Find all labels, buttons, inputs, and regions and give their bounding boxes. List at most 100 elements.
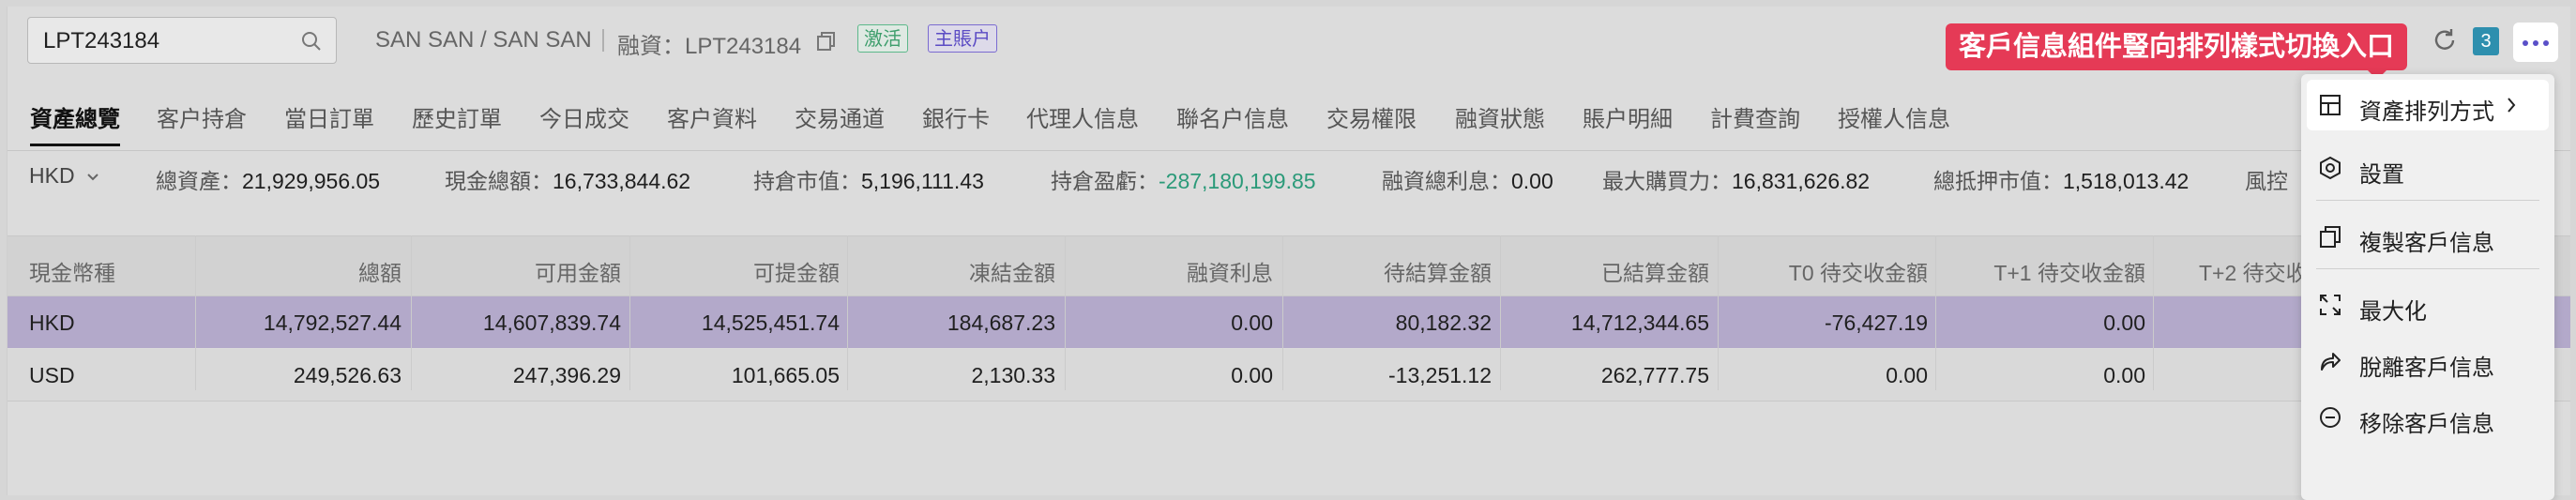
refresh-icon[interactable]: [2431, 27, 2459, 55]
column-divider: [1065, 235, 1066, 390]
table-cell: 2,130.33: [971, 363, 1055, 387]
layout-icon: [2320, 95, 2341, 115]
table-cell: HKD: [29, 311, 75, 335]
table-cell: 0.00: [1886, 363, 1928, 387]
client-search-input[interactable]: [41, 27, 289, 55]
table-cell: 184,687.23: [947, 311, 1055, 335]
tab-today-trades[interactable]: 今日成交: [539, 100, 629, 133]
remove-icon: [2320, 407, 2341, 428]
table-row[interactable]: USD 249,526.63 247,396.29 101,665.05 2,1…: [8, 349, 2570, 402]
column-divider: [1500, 235, 1501, 390]
table-cell: 80,182.32: [1395, 311, 1492, 335]
tab-account-statement[interactable]: 賬户明細: [1583, 100, 1673, 133]
column-divider: [1282, 235, 1283, 390]
table-cell: 247,396.29: [512, 363, 621, 387]
column-divider: [629, 235, 630, 390]
table-cell: 14,525,451.74: [701, 311, 840, 335]
table-row[interactable]: HKD 14,792,527.44 14,607,839.74 14,525,4…: [8, 296, 2570, 348]
column-header: 現金幣種: [29, 261, 115, 285]
search-icon[interactable]: [300, 30, 323, 53]
tab-asset-overview[interactable]: 資產總覽: [30, 100, 120, 146]
table-cell: -13,251.12: [1388, 363, 1492, 387]
account-type-badge: 主賬户: [928, 24, 997, 53]
settings-icon: [2320, 156, 2341, 180]
menu-item-copy-client-info[interactable]: 複製客戶信息: [2301, 211, 2554, 262]
status-badge: 激活: [857, 24, 908, 53]
table-cell: 14,792,527.44: [263, 311, 402, 335]
client-info-panel: SAN SAN / SAN SAN 融資：LPT243184 激活 主賬户 客戶…: [7, 7, 2570, 500]
more-dots-icon: [2523, 40, 2528, 46]
table-cell: 14,712,344.65: [1570, 311, 1709, 335]
menu-divider: [2316, 268, 2539, 269]
tab-fee-query[interactable]: 計費查詢: [1710, 100, 1800, 133]
more-options-menu: 資產排列方式 設置 複製客戶信息 最大化 脫離客戶信息 移除客戶信息: [2301, 74, 2554, 500]
column-divider: [1935, 235, 1936, 390]
column-divider: [411, 235, 412, 390]
column-header: 已結算金額: [1601, 261, 1709, 285]
header-divider: [602, 29, 604, 52]
menu-item-remove-client-info[interactable]: 移除客戶信息: [2301, 392, 2554, 443]
table-cell: 0.00: [1231, 363, 1273, 387]
column-header: 總額: [358, 261, 402, 285]
menu-item-maximize[interactable]: 最大化: [2301, 280, 2554, 330]
column-divider: [2153, 235, 2154, 390]
tab-bank-card[interactable]: 銀行卡: [922, 100, 990, 133]
column-divider: [847, 235, 848, 390]
table-cell: 0.00: [1231, 311, 1273, 335]
column-header: T+2 待交收: [2199, 261, 2308, 285]
tab-today-orders[interactable]: 當日訂單: [284, 100, 374, 133]
summary-cash-total: 現金總額：16,733,844.62: [445, 169, 691, 193]
more-options-button[interactable]: [2513, 23, 2558, 62]
account-label: 融資：LPT243184: [617, 34, 802, 59]
copy-icon: [2320, 226, 2341, 248]
chevron-right-icon: [2508, 98, 2516, 113]
table-header: 現金幣種 總額 可用金額 可提金額 凍結金額 融資利息 待結算金額 已結算金額 …: [8, 235, 2570, 296]
column-header: T0 待交收金額: [1788, 261, 1928, 285]
menu-divider: [2316, 200, 2539, 201]
summary-risk-control: 風控: [2245, 169, 2288, 193]
annotation-callout: 客戶信息組件豎向排列樣式切換入口: [1946, 23, 2407, 80]
tab-authorized-person-info[interactable]: 授權人信息: [1838, 100, 1950, 133]
table-cell: 249,526.63: [293, 363, 402, 387]
column-header: 可用金額: [535, 261, 621, 285]
column-header: 凍結金額: [969, 261, 1055, 285]
tab-trade-permission[interactable]: 交易權限: [1326, 100, 1417, 133]
table-cell: 0.00: [2103, 311, 2145, 335]
summary-margin-interest: 融資總利息：0.00: [1382, 169, 1553, 193]
summary-collateral-value: 總抵押市值：1,518,013.42: [1933, 169, 2190, 193]
column-header: T+1 待交收金額: [1993, 261, 2145, 285]
tab-trade-channel[interactable]: 交易通道: [795, 100, 885, 133]
currency-select[interactable]: HKD: [29, 163, 99, 189]
tab-divider: [8, 150, 2570, 151]
table-cell: 262,777.75: [1600, 363, 1709, 387]
tab-bar: 資產總覽 客户持倉 當日訂單 歷史訂單 今日成交 客户資料 交易通道 銀行卡 代…: [8, 85, 2570, 151]
menu-item-asset-layout[interactable]: 資產排列方式: [2307, 80, 2549, 130]
menu-item-detach-client-info[interactable]: 脫離客戶信息: [2301, 336, 2554, 386]
summary-total-assets: 總資產：21,929,956.05: [156, 169, 381, 193]
table-cell: 101,665.05: [731, 363, 840, 387]
table-cell: 14,607,839.74: [482, 311, 621, 335]
copy-icon[interactable]: [816, 31, 837, 52]
column-header: 待結算金額: [1384, 261, 1492, 285]
table-cell: USD: [29, 363, 75, 387]
chevron-down-icon: [87, 174, 98, 181]
tab-margin-status[interactable]: 融資狀態: [1455, 100, 1545, 133]
tab-client-profile[interactable]: 客户資料: [667, 100, 757, 133]
column-header: 融資利息: [1187, 261, 1273, 285]
tab-history-orders[interactable]: 歷史訂單: [412, 100, 502, 133]
tab-agent-info[interactable]: 代理人信息: [1026, 100, 1139, 133]
client-search-box[interactable]: [27, 17, 337, 64]
menu-item-settings[interactable]: 設置: [2301, 143, 2554, 193]
summary-holding-pnl: 持倉盈虧：-287,180,199.85: [1051, 169, 1316, 193]
maximize-icon: [2320, 295, 2341, 315]
notification-count-badge[interactable]: 3: [2473, 27, 2499, 55]
client-name: SAN SAN / SAN SAN: [375, 27, 592, 53]
column-header: 可提金額: [753, 261, 840, 285]
column-divider: [195, 235, 196, 390]
summary-holding-value: 持倉市值：5,196,111.43: [753, 169, 984, 193]
table-cell: -76,427.19: [1825, 311, 1928, 335]
tab-joint-account-info[interactable]: 聯名户信息: [1176, 100, 1289, 133]
table-cell: 0.00: [2103, 363, 2145, 387]
tab-client-holdings[interactable]: 客户持倉: [157, 100, 247, 133]
column-divider: [1718, 235, 1719, 390]
